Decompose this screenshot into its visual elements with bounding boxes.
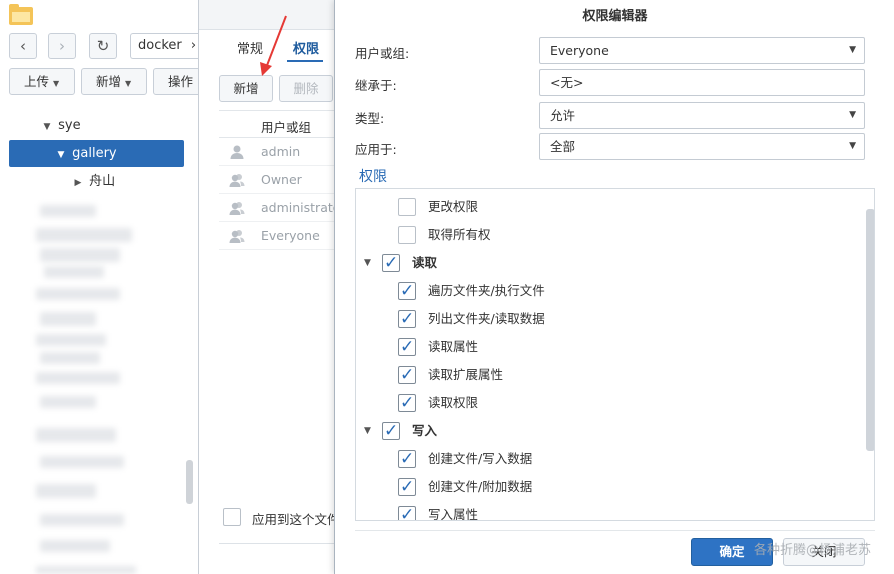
permission-label: 读取属性 xyxy=(428,339,479,354)
tab-permissions[interactable]: 权限 xyxy=(293,38,319,57)
permission-checkbox[interactable] xyxy=(398,389,416,417)
watermark-text: 各种折腾@杨浦老苏 xyxy=(754,543,872,558)
user-or-group-label: 用户或组: xyxy=(355,46,410,61)
collapse-arrow-icon[interactable]: ▶ xyxy=(71,170,85,197)
apply-to-select[interactable]: 全部 ▼ xyxy=(539,133,865,160)
permissions-list: 更改权限 取得所有权 ▼ 读取 遍历文件夹/执行文件 列出文件夹/读取数据 读取… xyxy=(355,188,875,521)
permission-label: 创建文件/写入数据 xyxy=(428,451,533,466)
delete-permission-button[interactable]: 删除 xyxy=(279,75,333,102)
new-label: 新增 xyxy=(96,74,122,89)
user-name: admin xyxy=(261,144,301,159)
annotation-arrow-icon xyxy=(260,15,287,76)
upload-button[interactable]: 上传 ▼ xyxy=(9,68,75,95)
permission-label: 遍历文件夹/执行文件 xyxy=(428,283,545,298)
group-icon xyxy=(229,230,245,243)
apply-to-value: 全部 xyxy=(550,139,576,154)
apply-to-file-label: 应用到这个文件 xyxy=(252,512,340,527)
chevron-left-icon: ‹ xyxy=(20,37,26,55)
type-label: 类型: xyxy=(355,111,385,126)
permissions-section-title: 权限 xyxy=(359,169,387,185)
add-permission-button[interactable]: 新增 xyxy=(219,75,273,102)
user-name: Owner xyxy=(261,172,302,187)
permission-checkbox[interactable] xyxy=(398,333,416,361)
user-icon xyxy=(230,145,244,159)
permission-label: 读取扩展属性 xyxy=(428,367,504,382)
collapse-arrow-icon[interactable]: ▼ xyxy=(364,249,371,277)
path-bar[interactable]: docker › xyxy=(130,33,198,59)
property-window: 常规 权限 新增 删除 用户或组 admin Owner administrat… xyxy=(198,0,349,574)
column-header-label: 用户或组 xyxy=(261,120,312,135)
back-button[interactable]: ‹ xyxy=(9,33,37,59)
permission-editor-dialog: 权限编辑器 用户或组: Everyone ▼ 继承于: <无> 类型: 允许 ▼… xyxy=(334,0,894,574)
permission-label: 取得所有权 xyxy=(428,227,491,242)
permission-label: 读取 xyxy=(412,255,438,270)
folder-icon xyxy=(9,4,33,25)
permission-checkbox[interactable] xyxy=(398,473,416,501)
user-row-everyone[interactable]: Everyone xyxy=(219,222,349,250)
dropdown-arrow-icon: ▼ xyxy=(849,110,856,120)
tree-item-label: sye xyxy=(58,118,81,133)
path-chevron-icon: › xyxy=(190,38,197,53)
permission-checkbox[interactable] xyxy=(398,445,416,473)
expand-arrow-icon[interactable]: ▼ xyxy=(40,114,54,141)
chevron-right-icon: › xyxy=(59,37,65,55)
inherit-from-label: 继承于: xyxy=(355,78,397,93)
user-row-admin[interactable]: admin xyxy=(219,138,349,166)
left-scrollbar[interactable] xyxy=(186,460,193,504)
collapse-arrow-icon[interactable]: ▼ xyxy=(364,417,371,445)
permission-checkbox[interactable] xyxy=(398,226,416,244)
apply-to-label: 应用于: xyxy=(355,142,397,157)
user-column-header[interactable]: 用户或组 xyxy=(219,110,349,138)
permission-checkbox[interactable] xyxy=(382,417,400,445)
group-icon xyxy=(229,174,245,187)
user-name: Everyone xyxy=(261,228,320,243)
permission-checkbox[interactable] xyxy=(382,249,400,277)
tree-item-label: 舟山 xyxy=(89,174,116,189)
user-or-group-value: Everyone xyxy=(550,43,609,58)
user-name: administrato xyxy=(261,200,341,215)
user-or-group-select[interactable]: Everyone ▼ xyxy=(539,37,865,64)
permission-label: 读取权限 xyxy=(428,395,479,410)
tree-item-label: gallery xyxy=(72,146,117,161)
path-segment[interactable]: docker xyxy=(138,38,182,53)
permission-checkbox[interactable] xyxy=(398,305,416,333)
permission-checkbox[interactable] xyxy=(398,277,416,305)
forward-button[interactable]: › xyxy=(48,33,76,59)
permission-label: 创建文件/附加数据 xyxy=(428,479,533,494)
upload-label: 上传 xyxy=(24,74,50,89)
apply-to-file-checkbox[interactable] xyxy=(223,508,241,526)
permission-label: 更改权限 xyxy=(428,199,479,214)
divider xyxy=(219,543,349,544)
refresh-icon: ↻ xyxy=(96,37,110,55)
type-select[interactable]: 允许 ▼ xyxy=(539,102,865,129)
divider xyxy=(355,530,875,531)
group-icon xyxy=(229,202,245,215)
dropdown-arrow-icon: ▼ xyxy=(849,45,856,55)
user-row-owner[interactable]: Owner xyxy=(219,166,349,194)
permission-checkbox[interactable] xyxy=(398,361,416,389)
refresh-button[interactable]: ↻ xyxy=(89,33,117,59)
permissions-scrollbar[interactable] xyxy=(866,209,874,451)
tree-item-sye[interactable]: ▼ sye xyxy=(9,112,184,139)
dropdown-arrow-icon: ▼ xyxy=(849,141,856,151)
new-button[interactable]: 新增 ▼ xyxy=(81,68,147,95)
user-row-administrators[interactable]: administrato xyxy=(219,194,349,222)
permission-checkbox[interactable] xyxy=(398,198,416,216)
action-button[interactable]: 操作 xyxy=(153,68,203,95)
permission-checkbox[interactable] xyxy=(398,501,416,520)
file-station-pane: ‹ › ↻ docker › 上传 ▼ 新增 ▼ 操作 ▼ sye ▼ galler… xyxy=(0,0,203,574)
caret-down-icon: ▼ xyxy=(53,79,60,88)
inherit-from-value: <无> xyxy=(550,75,584,90)
tree-item-gallery[interactable]: ▼ gallery xyxy=(9,140,184,167)
action-label: 操作 xyxy=(168,74,194,89)
expand-arrow-icon[interactable]: ▼ xyxy=(54,142,68,169)
type-value: 允许 xyxy=(550,108,576,123)
permission-label: 写入属性 xyxy=(428,507,479,521)
tree-item-zhoushan[interactable]: ▶ 舟山 xyxy=(9,168,184,195)
inherit-from-field: <无> xyxy=(539,69,865,96)
dialog-title: 权限编辑器 xyxy=(582,9,648,24)
caret-down-icon: ▼ xyxy=(125,79,132,88)
permission-label: 写入 xyxy=(412,423,438,438)
permission-label: 列出文件夹/读取数据 xyxy=(428,311,545,326)
